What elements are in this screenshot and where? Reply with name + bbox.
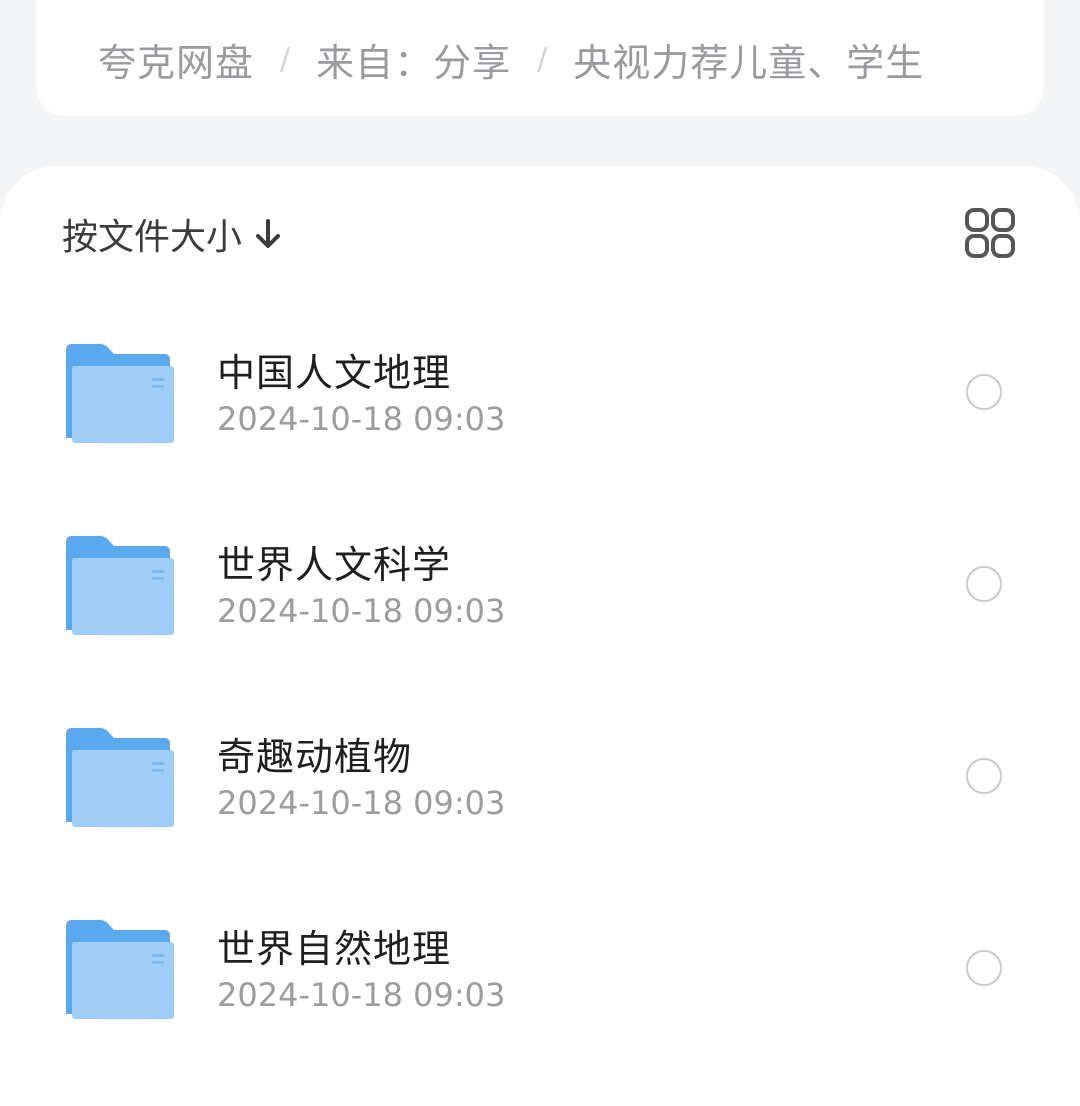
file-date: 2024-10-18 09:03 [217, 592, 506, 630]
sort-label: 按文件大小 [62, 217, 243, 258]
grid-view-icon[interactable] [963, 206, 1017, 260]
file-name: 奇趣动植物 [217, 735, 413, 779]
breadcrumb-separator: / [280, 41, 291, 77]
select-radio[interactable] [966, 374, 1002, 410]
file-row[interactable]: 奇趣动植物 2024-10-18 09:03 [0, 726, 1080, 876]
folder-icon [64, 534, 176, 638]
file-row[interactable]: 世界人文科学 2024-10-18 09:03 [0, 534, 1080, 684]
breadcrumb-item-share[interactable]: 来自：分享 [316, 32, 511, 87]
arrow-down-icon [252, 214, 284, 254]
select-radio[interactable] [966, 950, 1002, 986]
folder-icon [64, 918, 176, 1022]
folder-icon [64, 342, 176, 446]
file-name: 中国人文地理 [217, 351, 452, 395]
select-radio[interactable] [966, 758, 1002, 794]
file-list-panel: 按文件大小 中国人文地理 2024-10-18 09:03 世界人文科学 202… [0, 166, 1080, 1106]
file-date: 2024-10-18 09:03 [217, 400, 506, 438]
folder-icon [64, 726, 176, 830]
file-row[interactable]: 世界自然地理 2024-10-18 09:03 [0, 918, 1080, 1068]
breadcrumb-item-current[interactable]: 央视力荐儿童、学生 [573, 32, 924, 87]
breadcrumb: 夸克网盘 / 来自：分享 / 央视力荐儿童、学生 [36, 0, 1044, 116]
sort-button[interactable]: 按文件大小 [62, 210, 284, 258]
file-date: 2024-10-18 09:03 [217, 976, 506, 1014]
file-name: 世界自然地理 [217, 927, 452, 971]
select-radio[interactable] [966, 566, 1002, 602]
file-date: 2024-10-18 09:03 [217, 784, 506, 822]
breadcrumb-separator: / [537, 41, 548, 77]
file-row[interactable]: 中国人文地理 2024-10-18 09:03 [0, 342, 1080, 492]
file-name: 世界人文科学 [217, 543, 452, 587]
breadcrumb-item-root[interactable]: 夸克网盘 [98, 32, 254, 87]
